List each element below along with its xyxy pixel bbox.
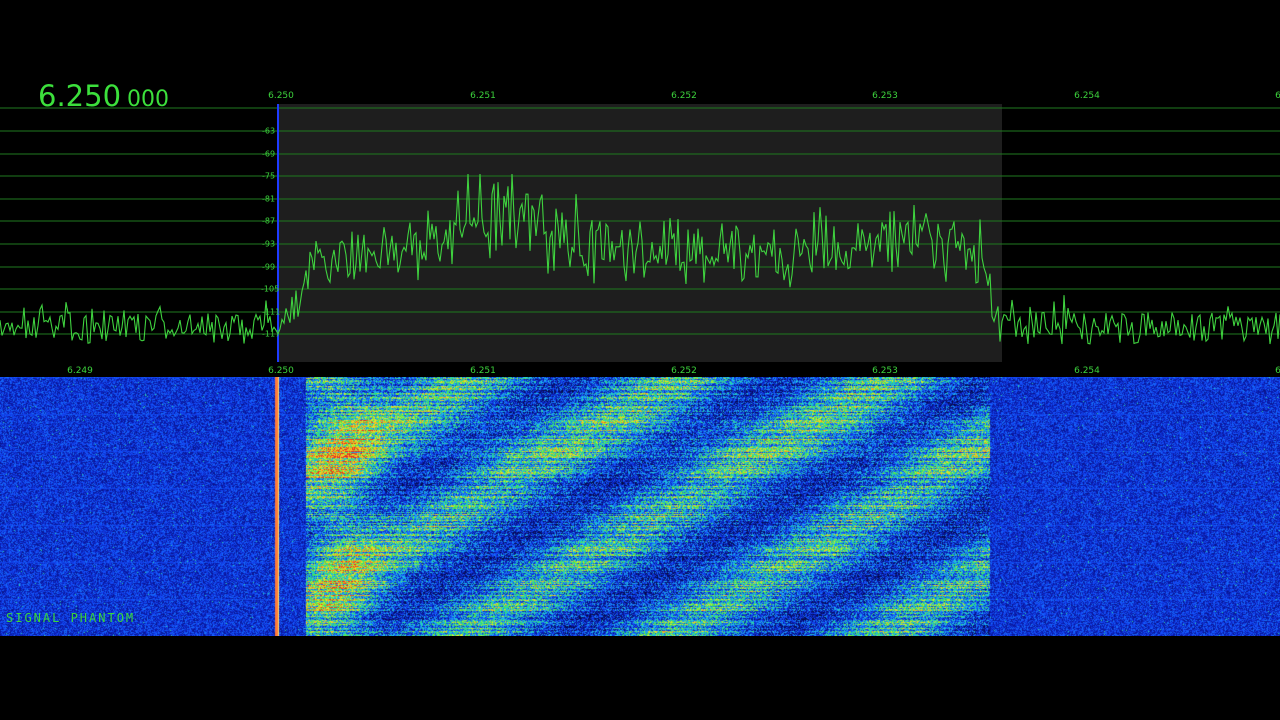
waterfall-tick-label: 6: [1275, 366, 1280, 376]
watermark-text: SIGNAL PHANTOM: [6, 611, 136, 625]
waterfall-tick-label: 6.249: [67, 366, 93, 376]
spectrum-tick-label: 6.252: [671, 91, 697, 101]
spectrum-tick-label: 6.253: [872, 91, 898, 101]
waterfall-display[interactable]: [0, 377, 1280, 636]
spectrum-tick-label: 6: [1275, 91, 1280, 101]
spectrum-tick-label: 6.254: [1074, 91, 1100, 101]
spectrum-plot[interactable]: [0, 104, 1280, 362]
waterfall-tick-label: 6.251: [470, 366, 496, 376]
spectrum-tick-label: 6.250: [268, 91, 294, 101]
waterfall-tick-label: 6.250: [268, 366, 294, 376]
sdr-receiver-display: 6.250 000 6.250 6.251 6.252 6.253 6.254 6…: [0, 0, 1280, 720]
waterfall-tick-label: 6.253: [872, 366, 898, 376]
waterfall-tick-label: 6.252: [671, 366, 697, 376]
spectrum-tick-label: 6.251: [470, 91, 496, 101]
waterfall-tick-label: 6.254: [1074, 366, 1100, 376]
